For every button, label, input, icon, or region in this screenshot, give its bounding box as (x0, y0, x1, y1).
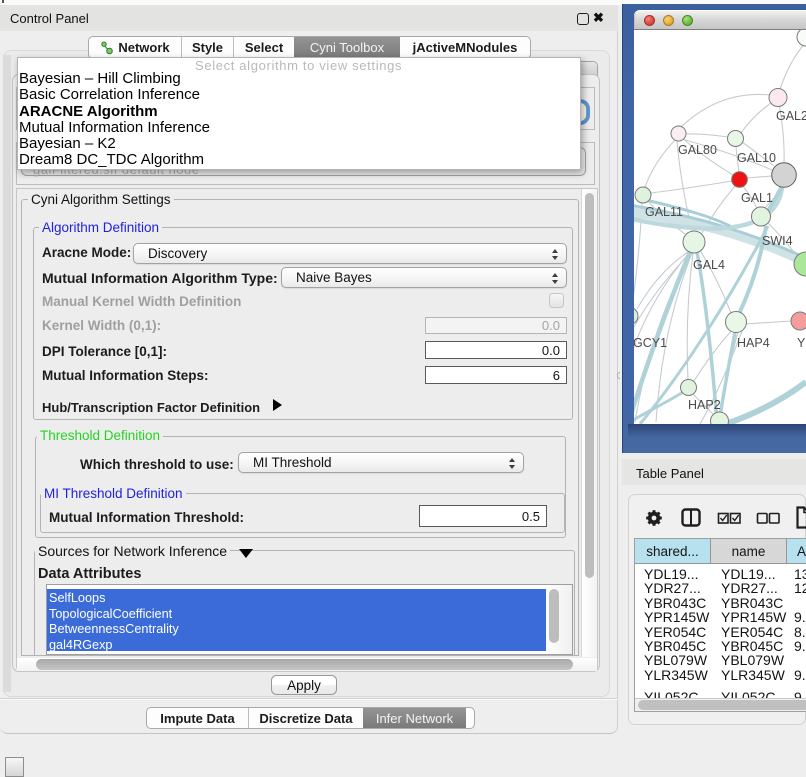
svg-text:HAP2: HAP2 (688, 398, 721, 412)
svg-text:HAP4: HAP4 (737, 336, 770, 350)
svg-text:GAL11: GAL11 (645, 205, 683, 219)
svg-text:GAL2: GAL2 (776, 109, 806, 123)
svg-text:GAL10: GAL10 (737, 151, 776, 165)
svg-text:YEL: YEL (797, 336, 806, 350)
svg-text:GAL80: GAL80 (678, 143, 717, 157)
svg-text:GAL4: GAL4 (693, 258, 725, 272)
svg-text:GCY1: GCY1 (634, 336, 667, 350)
svg-text:GAL1: GAL1 (741, 191, 773, 205)
svg-text:SWI4: SWI4 (762, 234, 793, 248)
